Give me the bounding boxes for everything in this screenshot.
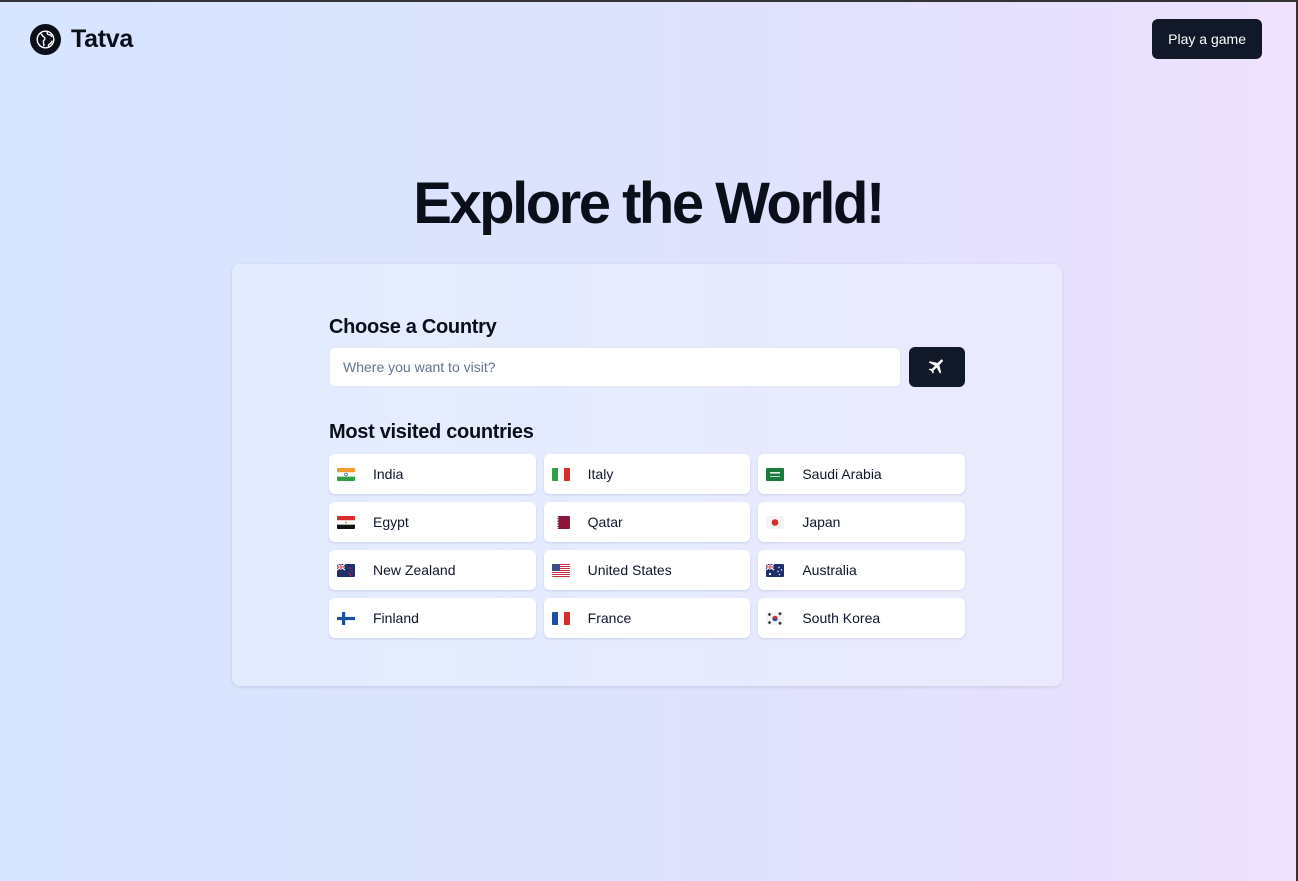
- country-item-australia[interactable]: Australia: [758, 550, 965, 590]
- globe-logo-icon: [30, 23, 61, 55]
- united-states-flag-icon: [551, 563, 570, 577]
- france-flag-icon: [551, 611, 570, 625]
- country-item-italy[interactable]: Italy: [543, 454, 751, 494]
- country-item-japan[interactable]: Japan: [758, 502, 965, 542]
- card-content: Choose a Country Most visited countries …: [329, 316, 965, 638]
- plane-icon: [927, 356, 947, 379]
- country-name: Qatar: [587, 514, 623, 530]
- finland-flag-icon: [337, 611, 355, 625]
- country-item-new-zealand[interactable]: New Zealand: [329, 550, 536, 590]
- country-name: India: [373, 466, 404, 482]
- saudi-arabia-flag-icon: [766, 467, 785, 481]
- country-name: Italy: [587, 466, 614, 482]
- search-row: [329, 347, 965, 387]
- play-game-button[interactable]: Play a game: [1152, 19, 1262, 59]
- country-item-france[interactable]: France: [543, 598, 751, 638]
- search-submit-button[interactable]: [909, 347, 965, 387]
- country-name: South Korea: [802, 610, 881, 626]
- australia-flag-icon: [766, 563, 785, 577]
- page-title: Explore the World!: [413, 171, 885, 236]
- country-name: New Zealand: [373, 562, 456, 578]
- country-name: Saudi Arabia: [802, 466, 882, 482]
- brand-name: Tatva: [71, 24, 133, 53]
- country-item-saudi-arabia[interactable]: Saudi Arabia: [758, 454, 965, 494]
- south-korea-flag-icon: [766, 611, 785, 625]
- italy-flag-icon: [551, 467, 570, 481]
- country-name: Australia: [802, 562, 857, 578]
- qatar-flag-icon: [551, 515, 570, 529]
- most-visited-label: Most visited countries: [329, 421, 534, 443]
- country-search-card: Choose a Country Most visited countries …: [232, 264, 1062, 686]
- country-item-egypt[interactable]: Egypt: [329, 502, 536, 542]
- choose-country-label: Choose a Country: [329, 316, 497, 338]
- country-item-united-states[interactable]: United States: [543, 550, 751, 590]
- country-name: Egypt: [373, 514, 409, 530]
- country-item-qatar[interactable]: Qatar: [543, 502, 751, 542]
- top-nav: Tatva Play a game: [30, 18, 1262, 60]
- japan-flag-icon: [766, 515, 785, 529]
- country-name: Finland: [373, 610, 419, 626]
- country-item-south-korea[interactable]: South Korea: [758, 598, 965, 638]
- country-name: Japan: [802, 514, 841, 530]
- country-name: France: [587, 610, 632, 626]
- new-zealand-flag-icon: [337, 563, 355, 577]
- country-item-finland[interactable]: Finland: [329, 598, 536, 638]
- country-grid: India Italy Saudi Arabia Egypt Qatar Jap…: [329, 454, 965, 638]
- india-flag-icon: [337, 467, 355, 481]
- egypt-flag-icon: [337, 515, 355, 529]
- country-search-input[interactable]: [329, 347, 901, 387]
- brand[interactable]: Tatva: [30, 23, 133, 55]
- country-item-india[interactable]: India: [329, 454, 536, 494]
- country-name: United States: [587, 562, 672, 578]
